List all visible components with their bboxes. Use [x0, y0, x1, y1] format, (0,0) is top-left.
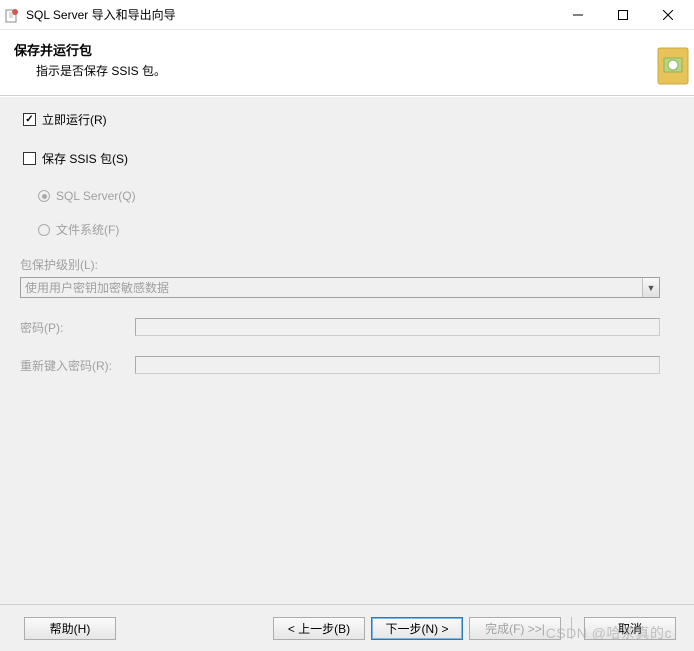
finish-button: 完成(F) >>|: [469, 617, 561, 640]
button-bar: 帮助(H) < 上一步(B) 下一步(N) > 完成(F) >>| 取消: [0, 604, 694, 651]
separator: [571, 617, 572, 639]
retype-password-label: 重新键入密码(R):: [20, 357, 135, 374]
next-button-label: 下一步(N) >: [385, 620, 448, 637]
run-now-checkbox[interactable]: [23, 113, 36, 126]
next-button[interactable]: 下一步(N) >: [371, 617, 463, 640]
page-title: 保存并运行包: [14, 40, 680, 59]
wizard-header: 保存并运行包 指示是否保存 SSIS 包。: [0, 30, 694, 96]
save-ssis-row[interactable]: 保存 SSIS 包(S): [23, 150, 674, 167]
maximize-button[interactable]: [600, 1, 645, 29]
chevron-down-icon: ▼: [642, 278, 659, 297]
run-now-label: 立即运行(R): [42, 111, 107, 128]
cancel-button-label: 取消: [618, 620, 642, 637]
cancel-button[interactable]: 取消: [584, 617, 676, 640]
target-sqlserver-radio: [38, 190, 50, 202]
retype-password-row: 重新键入密码(R):: [20, 356, 674, 374]
help-button-label: 帮助(H): [50, 620, 91, 637]
protection-level-value: 使用用户密钥加密敏感数据: [21, 279, 642, 296]
help-button[interactable]: 帮助(H): [24, 617, 116, 640]
save-ssis-checkbox[interactable]: [23, 152, 36, 165]
retype-password-input: [135, 356, 660, 374]
back-button-label: < 上一步(B): [288, 620, 350, 637]
window-controls: [555, 1, 690, 29]
target-filesystem-radio: [38, 224, 50, 236]
target-filesystem-row: 文件系统(F): [38, 221, 674, 238]
back-button[interactable]: < 上一步(B): [273, 617, 365, 640]
password-input: [135, 318, 660, 336]
app-icon: [4, 7, 20, 23]
protection-level-label: 包保护级别(L):: [20, 256, 674, 273]
finish-button-label: 完成(F) >>|: [485, 620, 545, 637]
password-label: 密码(P):: [20, 319, 135, 336]
protection-level-dropdown: 使用用户密钥加密敏感数据 ▼: [20, 277, 660, 298]
target-filesystem-label: 文件系统(F): [56, 221, 119, 238]
titlebar: SQL Server 导入和导出向导: [0, 0, 694, 30]
content-area: 立即运行(R) 保存 SSIS 包(S) SQL Server(Q) 文件系统(…: [0, 96, 694, 604]
page-subtitle: 指示是否保存 SSIS 包。: [36, 62, 680, 79]
minimize-button[interactable]: [555, 1, 600, 29]
window-title: SQL Server 导入和导出向导: [26, 6, 555, 23]
close-button[interactable]: [645, 1, 690, 29]
password-row: 密码(P):: [20, 318, 674, 336]
header-graphic-icon: [638, 38, 694, 94]
save-ssis-label: 保存 SSIS 包(S): [42, 150, 128, 167]
target-sqlserver-label: SQL Server(Q): [56, 189, 136, 203]
run-now-row[interactable]: 立即运行(R): [23, 111, 674, 128]
target-sqlserver-row: SQL Server(Q): [38, 189, 674, 203]
